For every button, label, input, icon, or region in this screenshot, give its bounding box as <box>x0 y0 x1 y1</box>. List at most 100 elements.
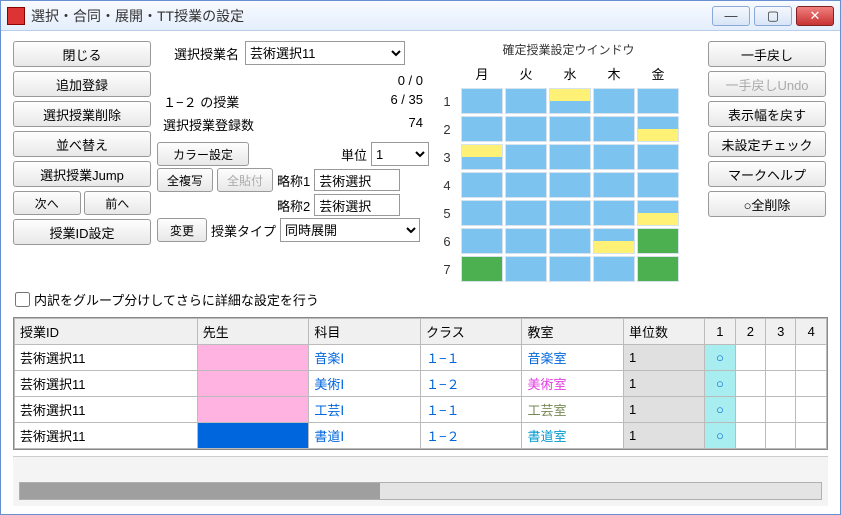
table-header: 4 <box>796 319 827 345</box>
minimize-button[interactable]: — <box>712 6 750 26</box>
h-scrollbar-thumb[interactable] <box>20 483 380 499</box>
schedule-cell[interactable] <box>549 200 591 226</box>
table-row[interactable]: 芸術選択11 書道Ⅰ １−２ 書道室 1 ○ <box>15 423 827 449</box>
cell-subject: 音楽Ⅰ <box>309 345 421 371</box>
schedule-cell[interactable] <box>637 88 679 114</box>
classtype-label: 授業タイプ <box>211 221 276 240</box>
titlebar: 選択・合同・展開・TT授業の設定 — ▢ ✕ <box>1 1 840 31</box>
table-row[interactable]: 芸術選択11 音楽Ⅰ １−１ 音楽室 1 ○ <box>15 345 827 371</box>
allcopy-button[interactable]: 全複写 <box>157 168 213 192</box>
schedule-cell[interactable] <box>637 144 679 170</box>
schedule-cell[interactable] <box>593 200 635 226</box>
delete-button[interactable]: 選択授業削除 <box>13 101 151 127</box>
schedule-cell[interactable] <box>461 172 503 198</box>
cell-mark-2[interactable] <box>735 397 765 423</box>
close-window-button[interactable]: ✕ <box>796 6 834 26</box>
undo-button[interactable]: 一手戻し <box>708 41 826 67</box>
maximize-button[interactable]: ▢ <box>754 6 792 26</box>
cell-mark-4[interactable] <box>796 371 827 397</box>
schedule-cell[interactable] <box>593 228 635 254</box>
cell-mark-3[interactable] <box>766 345 796 371</box>
schedule-cell[interactable] <box>637 200 679 226</box>
delall-button[interactable]: ○全削除 <box>708 191 826 217</box>
schedule-cell[interactable] <box>593 172 635 198</box>
cell-class: １−２ <box>420 371 522 397</box>
schedule-cell[interactable] <box>549 228 591 254</box>
cell-mark-2[interactable] <box>735 371 765 397</box>
schedule-cell[interactable] <box>505 172 547 198</box>
jump-button[interactable]: 選択授業Jump <box>13 161 151 187</box>
idset-button[interactable]: 授業ID設定 <box>13 219 151 245</box>
schedule-cell[interactable] <box>549 256 591 282</box>
unit-select[interactable]: 1 <box>371 142 429 166</box>
cell-mark-1[interactable]: ○ <box>705 423 735 449</box>
schedule-cell[interactable] <box>549 144 591 170</box>
schedule-cell[interactable] <box>505 200 547 226</box>
schedule-cell[interactable] <box>593 256 635 282</box>
schedule-cell[interactable] <box>637 172 679 198</box>
stat3-r: 74 <box>409 115 423 134</box>
schedule-cell[interactable] <box>461 88 503 114</box>
table-header: 3 <box>766 319 796 345</box>
next-button[interactable]: 次へ <box>13 191 81 215</box>
period-label: 3 <box>435 144 459 170</box>
schedule-cell[interactable] <box>637 228 679 254</box>
markhelp-button[interactable]: マークヘルプ <box>708 161 826 187</box>
schedule-cell[interactable] <box>505 116 547 142</box>
allpaste-button[interactable]: 全貼付 <box>217 168 273 192</box>
schedule-cell[interactable] <box>593 88 635 114</box>
abbr2-input[interactable] <box>314 194 400 216</box>
schedule-cell[interactable] <box>461 200 503 226</box>
schedule-cell[interactable] <box>505 228 547 254</box>
cell-room: 工芸室 <box>522 397 624 423</box>
cell-mark-4[interactable] <box>796 345 827 371</box>
table-row[interactable]: 芸術選択11 美術Ⅰ １−２ 美術室 1 ○ <box>15 371 827 397</box>
schedule-cell[interactable] <box>461 228 503 254</box>
resetw-button[interactable]: 表示幅を戻す <box>708 101 826 127</box>
schedule-cell[interactable] <box>461 256 503 282</box>
period-label: 7 <box>435 256 459 282</box>
cell-mark-2[interactable] <box>735 423 765 449</box>
schedule-cell[interactable] <box>593 144 635 170</box>
h-scrollbar[interactable] <box>19 482 822 500</box>
change-button[interactable]: 変更 <box>157 218 207 242</box>
period-label: 5 <box>435 200 459 226</box>
schedule-cell[interactable] <box>549 116 591 142</box>
add-button[interactable]: 追加登録 <box>13 71 151 97</box>
detail-checkbox[interactable] <box>15 292 30 307</box>
cell-units: 1 <box>623 423 704 449</box>
classtype-select[interactable]: 同時展開 <box>280 218 420 242</box>
selname-select[interactable]: 芸術選択11 <box>245 41 405 65</box>
schedule-cell[interactable] <box>505 256 547 282</box>
cell-mark-2[interactable] <box>735 345 765 371</box>
prev-button[interactable]: 前へ <box>84 191 152 215</box>
abbr1-input[interactable] <box>314 169 400 191</box>
cell-mark-3[interactable] <box>766 423 796 449</box>
close-button[interactable]: 閉じる <box>13 41 151 67</box>
schedule-cell[interactable] <box>505 144 547 170</box>
schedule-cell[interactable] <box>461 116 503 142</box>
period-label: 4 <box>435 172 459 198</box>
schedule-cell[interactable] <box>637 256 679 282</box>
cell-mark-1[interactable]: ○ <box>705 371 735 397</box>
schedule-cell[interactable] <box>549 88 591 114</box>
schedule-cell[interactable] <box>461 144 503 170</box>
schedule-cell[interactable] <box>637 116 679 142</box>
cell-mark-4[interactable] <box>796 397 827 423</box>
colorset-button[interactable]: カラー設定 <box>157 142 249 166</box>
cell-subject: 美術Ⅰ <box>309 371 421 397</box>
cell-mark-3[interactable] <box>766 397 796 423</box>
sort-button[interactable]: 並べ替え <box>13 131 151 157</box>
schedule-cell[interactable] <box>505 88 547 114</box>
checku-button[interactable]: 未設定チェック <box>708 131 826 157</box>
undo2-button[interactable]: 一手戻しUndo <box>708 71 826 97</box>
cell-mark-1[interactable]: ○ <box>705 345 735 371</box>
cell-mark-1[interactable]: ○ <box>705 397 735 423</box>
cell-mark-3[interactable] <box>766 371 796 397</box>
cell-units: 1 <box>623 345 704 371</box>
table-row[interactable]: 芸術選択11 工芸Ⅰ １−１ 工芸室 1 ○ <box>15 397 827 423</box>
table-header: 授業ID <box>15 319 198 345</box>
schedule-cell[interactable] <box>549 172 591 198</box>
cell-mark-4[interactable] <box>796 423 827 449</box>
schedule-cell[interactable] <box>593 116 635 142</box>
